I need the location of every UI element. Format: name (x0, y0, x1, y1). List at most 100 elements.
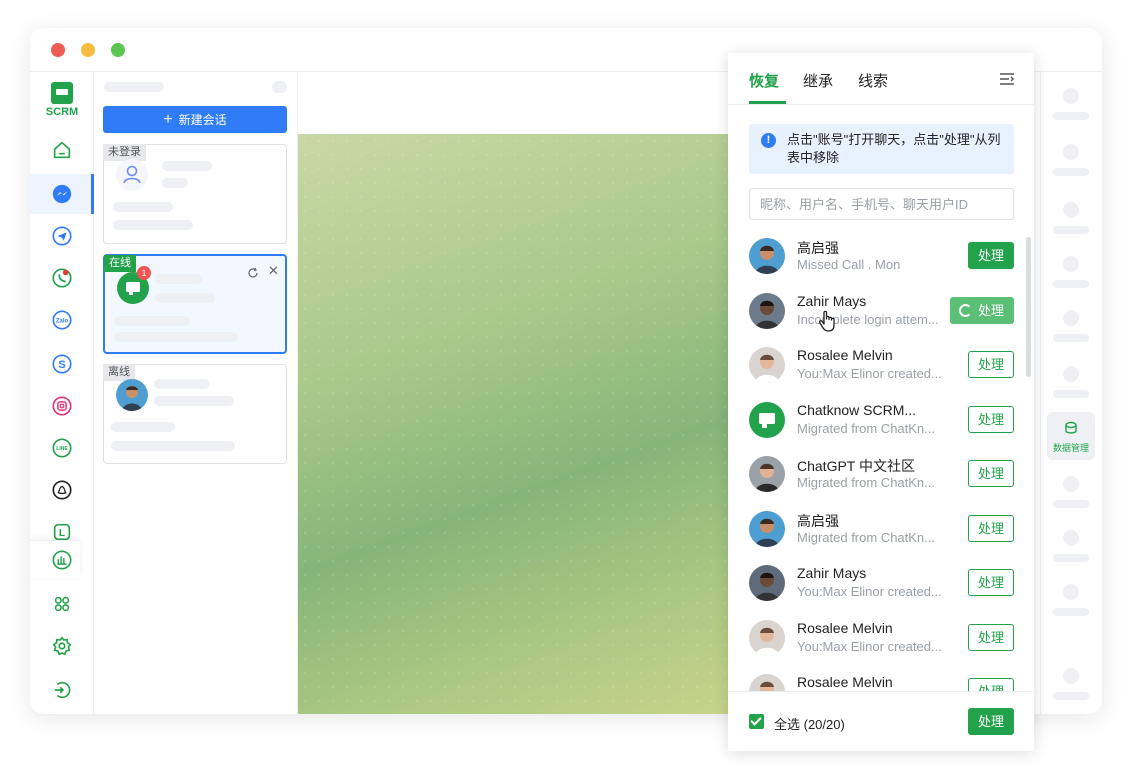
list-item[interactable]: 高启强 Missed Call . Mon 处理 (728, 233, 1034, 287)
database-icon (1065, 421, 1077, 434)
skeleton-icon (1063, 476, 1079, 492)
list-item[interactable]: Chatknow SCRM... Migrated from ChatKn... 处… (728, 397, 1034, 451)
zoom-window-button[interactable] (111, 43, 125, 57)
line-icon[interactable]: LINE (50, 436, 74, 460)
snapchat-icon[interactable] (50, 478, 74, 502)
skeleton-line (154, 396, 234, 406)
skeleton-line (1053, 280, 1089, 288)
skype-icon[interactable]: S (50, 352, 74, 376)
list-item[interactable]: Rosalee MelvinYou:Max Elinor created...处… (728, 342, 1034, 396)
skeleton-line (155, 274, 203, 284)
plus-icon: + (163, 110, 173, 128)
skeleton-line (1053, 168, 1089, 176)
skeleton-line (162, 178, 188, 188)
skeleton-line (1053, 226, 1089, 234)
contact-name: 高启强 (797, 512, 839, 529)
skeleton-line (111, 441, 235, 451)
list-item[interactable]: Zahir Mays You:Max Elinor created... 处理 (728, 560, 1034, 614)
platform-sidebar: SCRM Zalo S LINE L (30, 72, 94, 714)
panel-tabs: 恢复 继承 线索 (728, 53, 1034, 105)
analytics-icon[interactable] (50, 548, 74, 572)
account-list: 高启强 Missed Call . Mon 处理 Zahir Mays Incomple… (728, 233, 1034, 691)
search-input[interactable] (749, 188, 1014, 220)
list-item[interactable]: 高启强 Migrated from ChatKn... 处理 (728, 506, 1034, 560)
skeleton-title (104, 82, 164, 92)
home-icon[interactable] (50, 138, 74, 162)
process-button[interactable]: 处理 (950, 296, 1014, 324)
contact-name: Zahir Mays (797, 565, 867, 581)
apps-icon[interactable] (50, 592, 74, 616)
contact-last-message: Migrated from ChatKn... (797, 475, 935, 490)
contact-last-message: Migrated from ChatKn... (797, 420, 935, 436)
tab-leads[interactable]: 线索 (858, 70, 888, 91)
skeleton-icon (1063, 202, 1079, 218)
data-management-button[interactable]: 数据管理 (1047, 412, 1095, 460)
contact-avatar (749, 456, 785, 492)
tab-inherit[interactable]: 继承 (803, 70, 833, 91)
list-item[interactable]: Zahir Mays Incomplete login attem... 处理 (728, 288, 1034, 342)
contact-avatar (749, 619, 785, 656)
process-button[interactable]: 处理 (968, 405, 1014, 433)
skeleton-line (1053, 554, 1089, 562)
logout-icon[interactable] (50, 678, 74, 702)
messenger-icon[interactable] (50, 182, 74, 206)
contact-avatar (749, 674, 785, 691)
process-button[interactable]: 处理 (968, 569, 1014, 596)
contact-name: Rosalee Melvin (797, 674, 893, 690)
zalo-icon[interactable]: Zalo (50, 308, 74, 332)
list-scrollbar[interactable] (1026, 237, 1031, 377)
new-conversation-button[interactable]: + 新建会话 (103, 106, 287, 133)
contact-avatar (749, 347, 785, 383)
select-all-label: 全选 (20/20) (774, 717, 845, 732)
skeleton-icon (1063, 256, 1079, 272)
telegram-icon[interactable] (50, 224, 74, 248)
brand-name: SCRM (45, 106, 79, 118)
skeleton-line (114, 332, 238, 342)
skeleton-icon (1063, 88, 1079, 104)
process-button[interactable]: 处理 (968, 623, 1014, 651)
close-window-button[interactable] (51, 43, 65, 57)
user-avatar (116, 379, 148, 411)
contact-last-message: Missed Call . Mon (797, 257, 901, 272)
menu-collapse-icon[interactable] (999, 72, 1015, 86)
contact-avatar (749, 292, 785, 329)
process-button[interactable]: 处理 (968, 242, 1014, 269)
contact-name: Rosalee Melvin (797, 619, 893, 636)
bulk-process-button[interactable]: 处理 (968, 708, 1014, 735)
info-notice: ! 点击"账号"打开聊天，点击"处理"从列表中移除 (749, 124, 1014, 174)
panel-footer: 全选 (20/20) 处理 (728, 691, 1034, 751)
process-button[interactable]: 处理 (968, 678, 1014, 691)
account-card-online[interactable]: 在线 1 ✕ (103, 254, 287, 354)
skeleton-icon (1063, 584, 1079, 600)
process-button[interactable]: 处理 (968, 460, 1014, 487)
list-item[interactable]: ChatGPT 中文社区 Migrated from ChatKn... 处理 (728, 451, 1034, 505)
list-item[interactable]: Rosalee MelvinYou:Max Elinor created...处… (728, 669, 1034, 691)
skeleton-action (272, 81, 287, 93)
info-icon: ! (761, 133, 776, 148)
tab-recover[interactable]: 恢复 (749, 70, 779, 91)
contact-name: Chatknow SCRM... (797, 401, 917, 418)
skeleton-line (114, 316, 190, 326)
account-card-offline[interactable]: 离线 (103, 364, 287, 464)
process-button[interactable]: 处理 (968, 514, 1014, 542)
skeleton-line (1053, 500, 1089, 508)
active-tab-indicator (749, 101, 786, 104)
account-list-column: + 新建会话 未登录 在线 1 ✕ 离线 (94, 72, 298, 714)
svg-text:L: L (59, 528, 65, 539)
list-item[interactable]: Rosalee MelvinYou:Max Elinor created...处… (728, 615, 1034, 669)
svg-text:Zalo: Zalo (56, 318, 69, 324)
skeleton-line (154, 379, 210, 389)
select-all-checkbox[interactable] (749, 714, 764, 729)
close-icon[interactable]: ✕ (268, 264, 280, 277)
whatsapp-icon[interactable] (50, 266, 74, 290)
skeleton-line (162, 161, 212, 171)
account-card-logged-out[interactable]: 未登录 (103, 144, 287, 244)
notice-text: 点击"账号"打开聊天，点击"处理"从列表中移除 (787, 132, 1001, 165)
process-button[interactable]: 处理 (968, 351, 1014, 378)
settings-icon[interactable] (50, 634, 74, 658)
instagram-icon[interactable] (50, 394, 74, 418)
minimize-window-button[interactable] (81, 43, 95, 57)
user-placeholder-icon (116, 159, 148, 191)
refresh-icon[interactable] (247, 266, 259, 278)
contact-name: 高启强 (797, 240, 839, 256)
